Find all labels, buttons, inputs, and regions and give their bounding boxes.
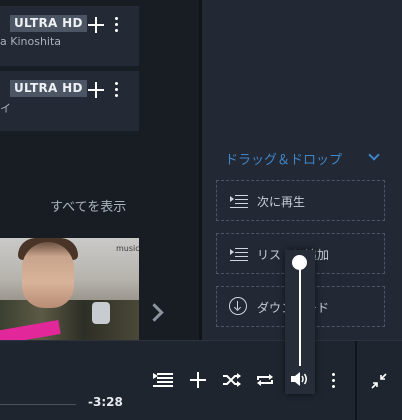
track-artist: イ <box>0 102 11 115</box>
volume-slider-track[interactable] <box>299 262 301 366</box>
collapse-icon[interactable] <box>370 372 388 390</box>
more-options-icon[interactable] <box>114 17 120 33</box>
drop-panel-title[interactable]: ドラッグ＆ドロップ <box>225 149 342 168</box>
progress-track[interactable] <box>0 404 76 405</box>
time-remaining: -3:28 <box>88 395 123 409</box>
add-to-list-icon <box>230 247 248 261</box>
ultra-hd-badge: ULTRA HD <box>10 80 87 97</box>
more-options-icon[interactable] <box>323 370 345 390</box>
queue-next-icon <box>230 194 248 208</box>
chevron-right-icon[interactable] <box>145 303 164 322</box>
left-pane: ULTRA HD a Kinoshita ULTRA HD イ すべてを表示 m… <box>0 0 199 340</box>
see-all-link[interactable]: すべてを表示 <box>50 196 126 215</box>
player-bar-top-border <box>0 340 402 341</box>
track-row[interactable]: ULTRA HD a Kinoshita <box>0 6 139 66</box>
amazon-music-logo: music <box>116 244 139 253</box>
volume-slider-knob[interactable] <box>292 255 307 270</box>
volume-popup <box>285 250 315 394</box>
download-icon <box>229 297 247 315</box>
repeat-icon[interactable] <box>254 370 276 390</box>
ultra-hd-badge: ULTRA HD <box>10 15 87 32</box>
add-track-button[interactable] <box>88 17 104 33</box>
album-art-face <box>22 242 74 308</box>
volume-icon[interactable] <box>289 370 311 392</box>
more-options-icon[interactable] <box>114 82 120 98</box>
shuffle-icon[interactable] <box>221 370 243 390</box>
drop-target-play-next[interactable]: 次に再生 <box>216 180 385 221</box>
track-artist: a Kinoshita <box>0 35 62 48</box>
player-bar-separator <box>355 341 357 420</box>
queue-icon[interactable] <box>153 370 175 390</box>
add-track-button[interactable] <box>88 82 104 98</box>
track-row[interactable]: ULTRA HD イ <box>0 71 139 131</box>
drop-target-label: 次に再生 <box>257 195 306 209</box>
album-art-watch <box>92 302 110 324</box>
album-artwork[interactable]: music <box>0 238 139 340</box>
add-button[interactable] <box>187 370 209 390</box>
